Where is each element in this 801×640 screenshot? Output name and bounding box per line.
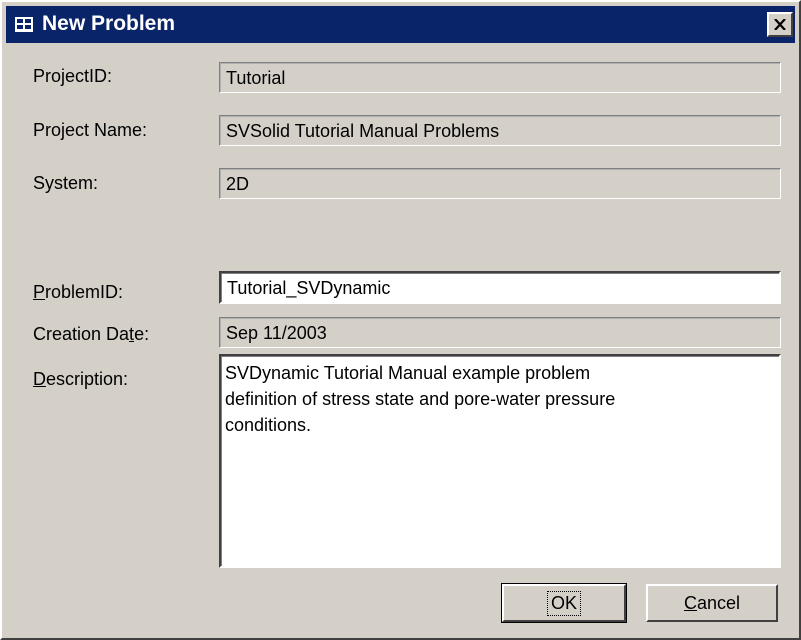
system-field: 2D (219, 168, 781, 199)
project-name-label: Project Name: (33, 120, 148, 140)
title-bar[interactable]: New Problem (6, 6, 795, 43)
cancel-button-label: Cancel (683, 592, 741, 613)
creation-date-field: Sep 11/2003 (219, 317, 781, 348)
cancel-button[interactable]: Cancel (646, 584, 778, 622)
close-icon (774, 19, 786, 30)
project-name-field: SVSolid Tutorial Manual Problems (219, 115, 781, 146)
problem-id-label: ProblemID: (33, 282, 124, 302)
close-button[interactable] (767, 12, 793, 37)
description-textarea[interactable]: SVDynamic Tutorial Manual example proble… (219, 354, 781, 568)
ok-button[interactable]: OK (501, 583, 627, 623)
system-label: System: (33, 173, 99, 193)
project-id-label: ProjectID: (33, 66, 113, 86)
problem-id-input[interactable]: Tutorial_SVDynamic (219, 271, 781, 304)
ok-button-label: OK (546, 590, 581, 616)
project-id-field: Tutorial (219, 62, 781, 93)
form-icon (15, 17, 33, 32)
creation-date-label: Creation Date: (33, 324, 150, 344)
new-problem-dialog: New Problem ProjectID: Tutorial Project … (0, 0, 801, 640)
description-label: Description: (33, 369, 129, 389)
window-title: New Problem (42, 12, 176, 35)
